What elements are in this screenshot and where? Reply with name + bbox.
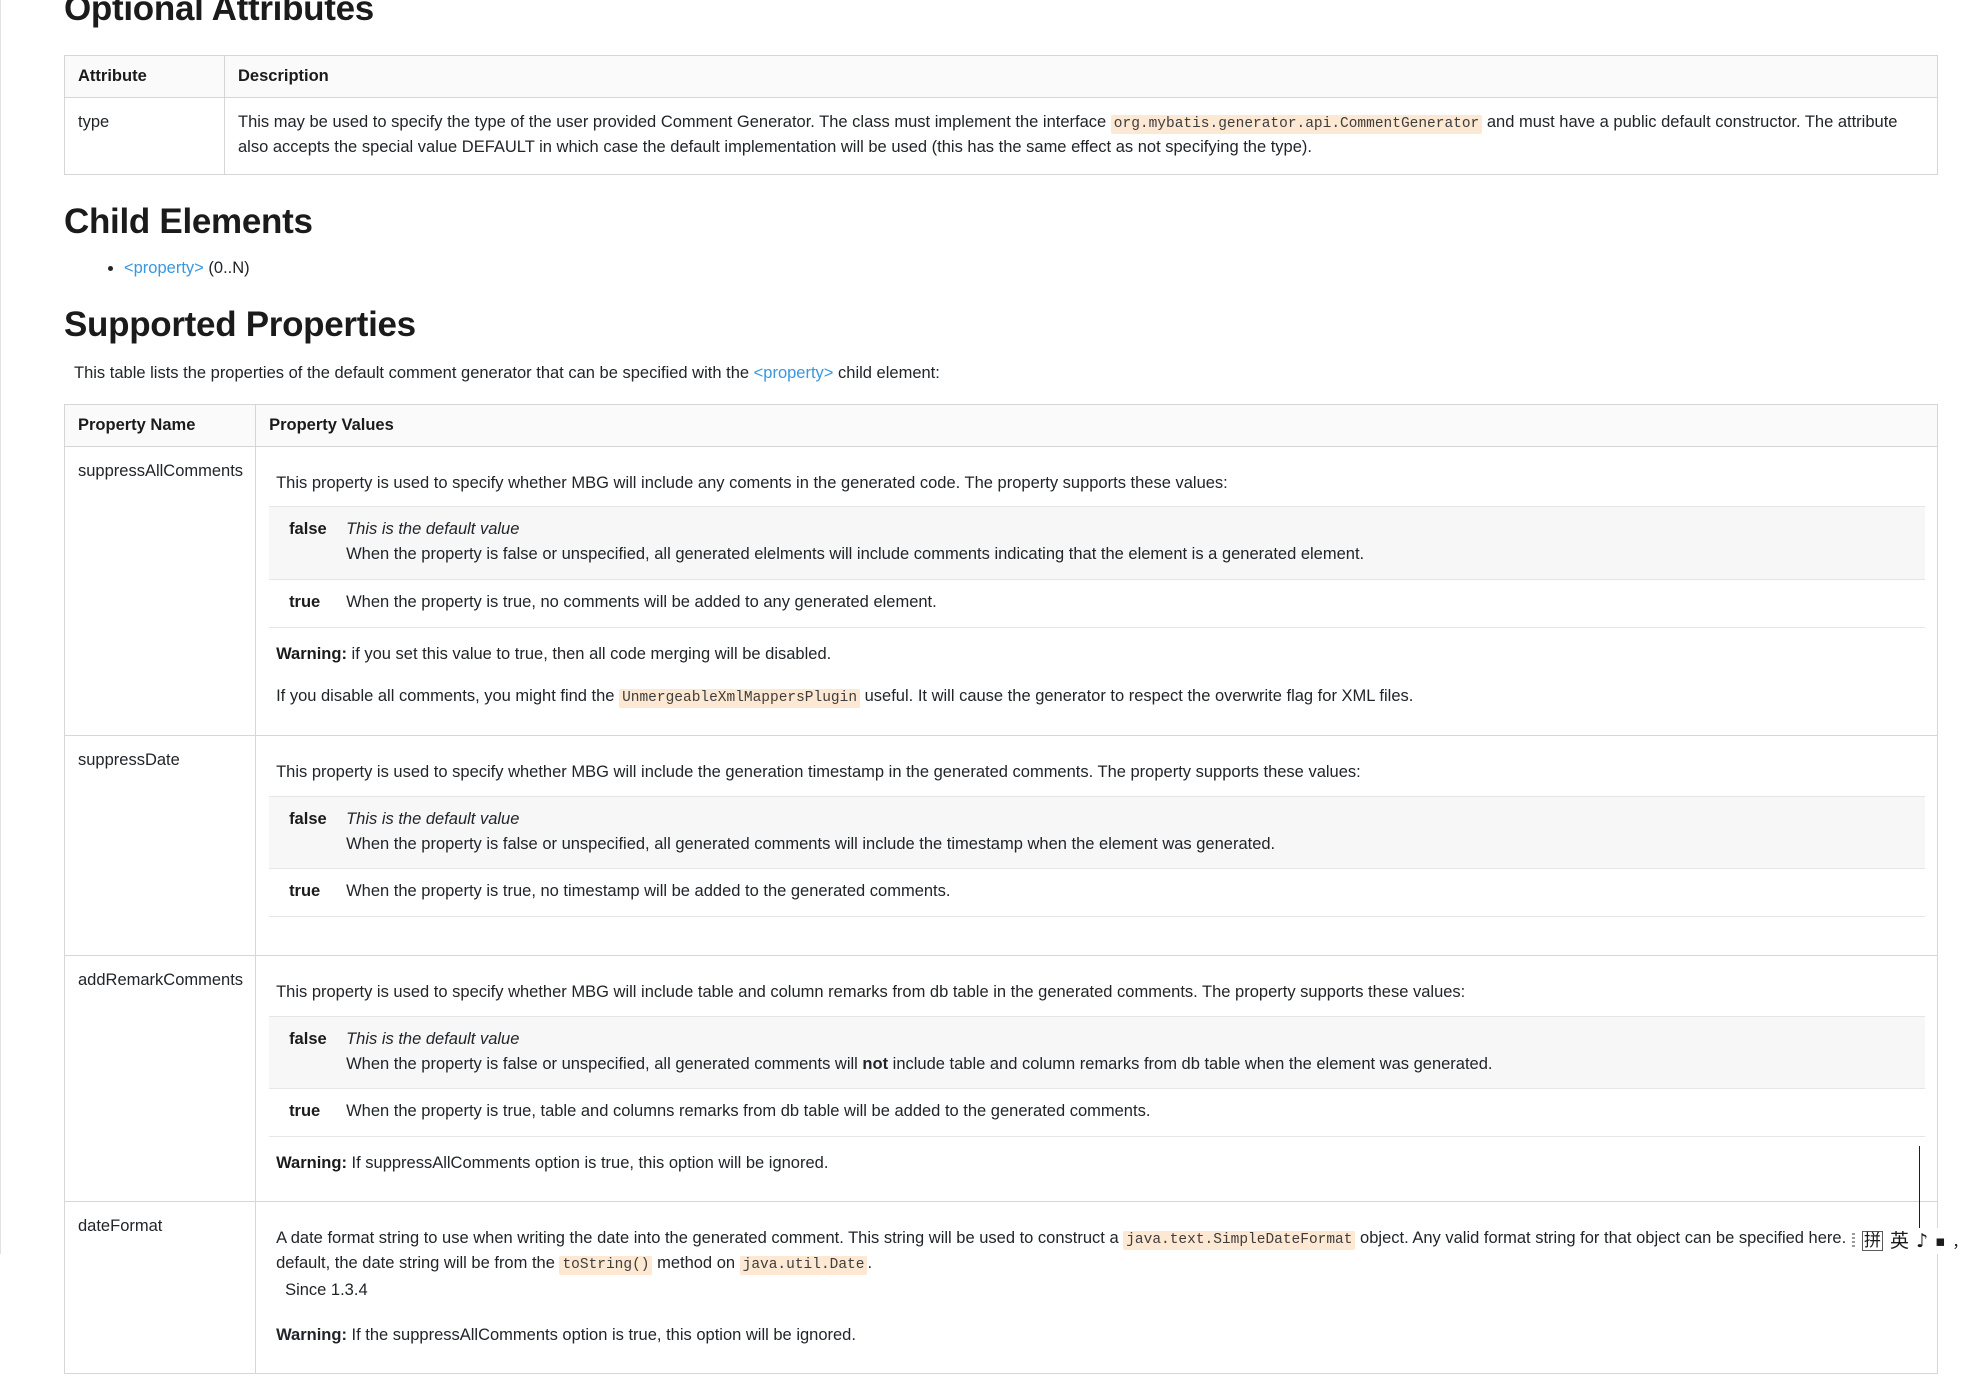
value-term-true: true (289, 882, 321, 901)
intro-text-part2: child element: (833, 363, 940, 382)
dateformat-description: A date format string to use when writing… (269, 1214, 1925, 1361)
column-header-property-values: Property Values (255, 403, 1938, 447)
child-element-cardinality: (0..N) (203, 258, 250, 277)
property-plugin-note: If you disable all comments, you might f… (269, 670, 1925, 723)
page-title-supported-properties: Supported Properties (64, 305, 416, 345)
drag-handle-icon[interactable] (1852, 1233, 1855, 1249)
default-value-note: This is the default value (346, 1029, 520, 1048)
detail-text-after: include table and column remarks from db… (888, 1054, 1493, 1073)
child-elements-list: <property> (0..N) (64, 256, 1938, 281)
column-header-attribute: Attribute (64, 54, 225, 98)
warning-label: Warning: (276, 644, 347, 663)
property-values-suppressdate: This property is used to specify whether… (255, 735, 1938, 956)
value-definition-false: This is the default value When the prope… (346, 1027, 1913, 1077)
desc-text-part1: This may be used to specify the type of … (238, 112, 1111, 131)
table-row: type This may be used to specify the typ… (64, 96, 1938, 175)
property-warning-note: Warning: If suppressAllComments option i… (269, 1137, 1925, 1189)
code-java-util-date: java.util.Date (739, 1256, 868, 1276)
dateformat-warning: Warning: If the suppressAllComments opti… (276, 1323, 1913, 1349)
property-lead-text: This property is used to specify whether… (276, 473, 1228, 492)
warning-label: Warning: (276, 1154, 347, 1172)
value-definition-true: When the property is true, table and col… (346, 1102, 1151, 1121)
link-property-element[interactable]: <property> (124, 259, 204, 277)
warning-text: If suppressAllComments option is true, t… (346, 1154, 829, 1172)
page-title-child-elements: Child Elements (64, 202, 313, 241)
link-property-element-inline[interactable]: <property> (754, 364, 834, 382)
value-definition-true: When the property is true, no comments w… (346, 592, 937, 611)
property-value-false: false This is the default value When the… (269, 1015, 1925, 1090)
property-value-true: true When the property is true, no comme… (269, 579, 1925, 628)
intro-text-part1: This table lists the properties of the d… (74, 363, 754, 382)
property-value-true: true When the property is true, table an… (269, 1089, 1925, 1137)
code-tostring: toString() (559, 1256, 653, 1276)
table-row: addRemarkComments This property is used … (63, 955, 1938, 1202)
dateformat-text-1: A date format string to use when writing… (276, 1228, 1124, 1247)
list-item: <property> (0..N) (124, 256, 1938, 281)
column-header-description: Description (224, 54, 1938, 98)
property-value-false: false This is the default value When the… (269, 506, 1925, 580)
property-lead-text: This property is used to specify whether… (276, 983, 1466, 1001)
value-term-true: true (289, 1102, 321, 1121)
warning-label: Warning: (276, 1326, 347, 1345)
english-mode-icon[interactable]: 英 (1890, 1231, 1909, 1251)
optional-attributes-table: Attribute Description type This may be u… (64, 54, 1938, 175)
value-detail-text: When the property is false or unspecifie… (346, 545, 1365, 563)
value-definition-true: When the property is true, no timestamp … (346, 882, 951, 901)
property-lead-text: This property is used to specify whether… (276, 763, 1361, 781)
property-name-suppressallcomments: suppressAllComments (63, 445, 257, 736)
attribute-name-type: type (64, 96, 225, 175)
attribute-description-type: This may be used to specify the type of … (224, 96, 1938, 175)
page-content: Optional Attributes Attribute Descriptio… (0, 0, 1964, 1375)
property-values-addremarkcomments: This property is used to specify whether… (255, 955, 1938, 1202)
value-definition-false: This is the default value When the prope… (346, 807, 1913, 857)
dateformat-since-version: Since 1.3.4 (285, 1280, 368, 1299)
value-definition-false: This is the default value When the prope… (346, 517, 1913, 567)
table-row: suppressAllComments This property is use… (63, 445, 1938, 736)
property-values-dateformat: A date format string to use when writing… (255, 1200, 1938, 1375)
supported-properties-table: Property Name Property Values suppressAl… (63, 403, 1938, 1375)
table-header-row: Property Name Property Values (63, 403, 1938, 447)
property-warning-note: Warning: if you set this value to true, … (269, 628, 1925, 671)
dateformat-text-3: method on (652, 1254, 740, 1273)
table-row: dateFormat A date format string to use w… (63, 1200, 1938, 1375)
code-simple-date-format: java.text.SimpleDateFormat (1123, 1230, 1356, 1250)
tone-icon[interactable]: ♪ (1916, 1231, 1928, 1251)
property-value-true: true When the property is true, no times… (269, 869, 1925, 917)
detail-text-before: When the property is false or unspecifie… (346, 1054, 863, 1073)
value-term-false: false (289, 809, 327, 828)
code-comment-generator-interface: org.mybatis.generator.api.CommentGenerat… (1110, 114, 1483, 134)
property-name-dateformat: dateFormat (63, 1200, 257, 1375)
documentation-page: Optional Attributes Attribute Descriptio… (0, 0, 1964, 1380)
fullwidth-comma-icon[interactable]: ， (1952, 1231, 1964, 1252)
warning-text: if you set this value to true, then all … (346, 644, 832, 663)
page-title-optional-attributes: Optional Attributes (64, 0, 374, 28)
value-detail-text: When the property is false or unspecifie… (346, 834, 1276, 853)
default-value-note: This is the default value (346, 809, 520, 828)
warning-text: If the suppressAllComments option is tru… (346, 1326, 856, 1345)
table-row: suppressDate This property is used to sp… (63, 735, 1938, 956)
property-values-suppressallcomments: This property is used to specify whether… (255, 445, 1938, 736)
plugin-note-text-before: If you disable all comments, you might f… (276, 687, 620, 706)
column-header-property-name: Property Name (63, 403, 257, 447)
punctuation-icon[interactable]: ▪ (1935, 1232, 1945, 1250)
pinyin-mode-icon[interactable]: 拼 (1862, 1231, 1883, 1251)
dateformat-text-4: . (867, 1254, 873, 1273)
default-value-note: This is the default value (346, 520, 520, 539)
property-name-suppressdate: suppressDate (63, 735, 257, 956)
value-term-true: true (289, 592, 321, 611)
value-term-false: false (289, 520, 327, 539)
table-header-row: Attribute Description (64, 54, 1938, 98)
supported-properties-intro: This table lists the properties of the d… (74, 361, 1938, 386)
ime-toolbar[interactable]: 拼 英 ♪ ▪ ， (1848, 1228, 1964, 1254)
property-name-addremarkcomments: addRemarkComments (63, 955, 257, 1202)
value-term-false: false (289, 1029, 327, 1048)
page-gutter-line (0, 0, 1, 1254)
detail-emphasis-not: not (862, 1054, 889, 1073)
code-unmergeable-xml-mappers-plugin: UnmergeableXmlMappersPlugin (619, 689, 861, 709)
value-detail-text: When the property is false or unspecifie… (346, 1052, 1913, 1077)
plugin-note-text-after: useful. It will cause the generator to r… (860, 687, 1414, 706)
property-value-false: false This is the default value When the… (269, 795, 1925, 870)
